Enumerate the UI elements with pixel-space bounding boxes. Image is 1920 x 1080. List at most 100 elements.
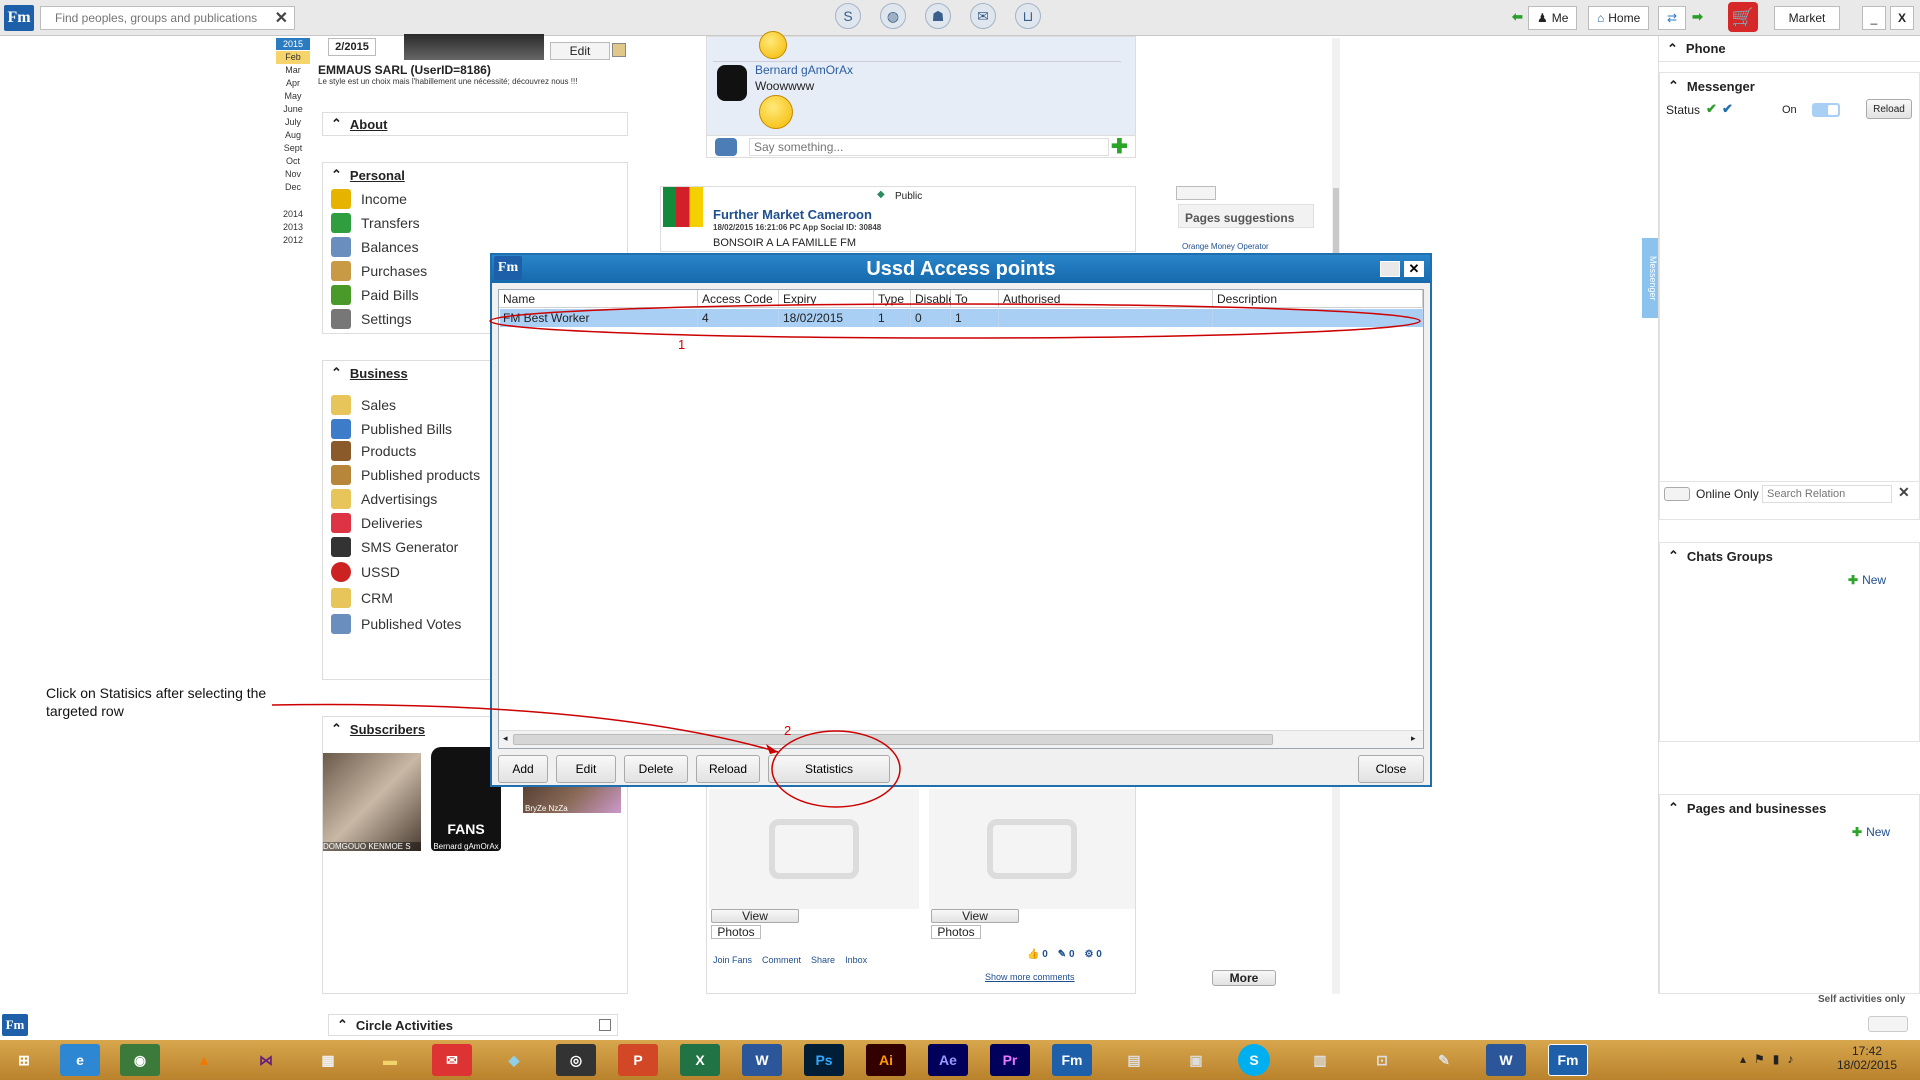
view-button[interactable]: View — [711, 909, 799, 923]
collapse-icon[interactable]: ⌃ — [331, 365, 342, 381]
photoshop-icon[interactable]: Ps — [804, 1044, 844, 1076]
messenger-header[interactable]: ⌃ Messenger — [1660, 73, 1919, 99]
ie-icon[interactable]: e — [60, 1044, 100, 1076]
status-check-icon[interactable]: ✔ — [1706, 101, 1717, 117]
tablet-icon[interactable]: ◆ — [494, 1044, 534, 1076]
column-header[interactable]: Disabled — [911, 290, 962, 308]
remote-desktop-icon[interactable]: ⊡ — [1362, 1044, 1402, 1076]
post-action-link[interactable]: Inbox — [845, 955, 867, 965]
after-effects-icon[interactable]: Ae — [928, 1044, 968, 1076]
comment-author[interactable]: Bernard gAmOrAx — [755, 63, 853, 77]
month-item[interactable]: Apr — [276, 77, 310, 90]
month-item[interactable]: May — [276, 90, 310, 103]
post-action-link[interactable]: Share — [811, 955, 835, 965]
illustrator-icon[interactable]: Ai — [866, 1044, 906, 1076]
more-button[interactable]: More — [1212, 970, 1276, 986]
search-relation-input[interactable] — [1762, 485, 1892, 503]
clear-search-icon[interactable]: ✕ — [275, 8, 288, 28]
month-item[interactable]: Feb — [276, 51, 310, 64]
online-only-toggle[interactable] — [1664, 487, 1690, 501]
word-icon[interactable]: W — [742, 1044, 782, 1076]
app-logo[interactable]: Fm — [4, 5, 34, 31]
vlc-icon[interactable]: ▲ — [184, 1044, 224, 1076]
start-button-icon[interactable]: ⊞ — [4, 1044, 44, 1076]
switch-button[interactable]: ⇄ — [1658, 6, 1687, 30]
collapse-icon[interactable]: ⌃ — [337, 1017, 348, 1033]
tray-arrow-icon[interactable]: ▴ — [1740, 1052, 1746, 1066]
dialog-close-btn[interactable]: Close — [1358, 755, 1424, 783]
app-icon[interactable]: ✉ — [432, 1044, 472, 1076]
visual-studio-icon[interactable]: ⋈ — [246, 1044, 286, 1076]
reload-button[interactable]: Reload — [696, 755, 760, 783]
scroll-thumb[interactable] — [513, 734, 1273, 745]
self-activities-toggle[interactable] — [1868, 1016, 1908, 1032]
collapse-icon[interactable]: ⌃ — [1667, 41, 1678, 57]
skype-app-icon[interactable]: S — [1238, 1044, 1270, 1076]
collapse-icon[interactable]: ⌃ — [1668, 800, 1679, 816]
column-header[interactable]: Name — [499, 290, 698, 308]
calculator-icon[interactable]: ▦ — [308, 1044, 348, 1076]
powerpoint-icon[interactable]: P — [618, 1044, 658, 1076]
premiere-icon[interactable]: Pr — [990, 1044, 1030, 1076]
messenger-side-tab[interactable]: Messenger — [1642, 238, 1658, 318]
year-current[interactable]: 2015 — [276, 38, 310, 50]
people-icon[interactable]: ☗ — [925, 3, 951, 29]
flag-icon[interactable]: ⚑ — [1754, 1052, 1765, 1066]
clock[interactable]: 17:42 18/02/2015 — [1832, 1044, 1902, 1072]
market-button[interactable]: Market — [1774, 6, 1840, 30]
home-button[interactable]: ⌂ Home — [1588, 6, 1650, 30]
pages-businesses-header[interactable]: ⌃ Pages and businesses — [1660, 795, 1919, 821]
collapse-icon[interactable]: ⌃ — [1668, 78, 1679, 94]
column-header[interactable]: Type — [874, 290, 911, 308]
column-header[interactable]: Authorised — [999, 290, 1213, 308]
globe-icon[interactable]: ◍ — [880, 3, 906, 29]
column-header[interactable]: Access Code — [698, 290, 779, 308]
collapse-icon[interactable]: ⌃ — [331, 167, 342, 183]
volume-icon[interactable]: ♪ — [1787, 1052, 1793, 1066]
reader-icon[interactable]: ▥ — [1300, 1044, 1340, 1076]
month-item[interactable]: Oct — [276, 155, 310, 168]
dialog-close-button[interactable]: ✕ — [1404, 261, 1424, 277]
firefox-icon[interactable]: ◉ — [120, 1044, 160, 1076]
fm-app-icon[interactable]: Fm — [1052, 1044, 1092, 1076]
chat-icon[interactable]: ✉ — [970, 3, 996, 29]
flag-avatar[interactable] — [663, 187, 703, 227]
suggestion-pager[interactable] — [1176, 186, 1216, 200]
horizontal-scrollbar[interactable]: ◂ ▸ — [499, 730, 1423, 748]
folder-icon[interactable]: ▬ — [370, 1044, 410, 1076]
year-item[interactable]: 2013 — [276, 221, 310, 234]
month-item[interactable]: July — [276, 116, 310, 129]
network-icon[interactable]: ▤ — [1114, 1044, 1154, 1076]
suggestion-item[interactable]: Orange Money Operator — [1182, 242, 1269, 251]
subscriber-photo[interactable]: DOMGOUO KENMOE S — [323, 753, 421, 851]
maximize-button[interactable] — [1380, 261, 1400, 277]
share-icon[interactable]: ⚙ 0 — [1085, 949, 1102, 960]
fm-active-icon[interactable]: Fm — [1548, 1044, 1588, 1076]
image-viewer-icon[interactable]: ▣ — [1176, 1044, 1216, 1076]
minimize-button[interactable]: _ — [1862, 6, 1886, 30]
post-author[interactable]: Further Market Cameroon — [713, 207, 872, 222]
status-toggle[interactable] — [1812, 103, 1840, 117]
search-box[interactable]: ✕ — [40, 6, 295, 30]
personal-header[interactable]: ⌃ Personal — [323, 163, 627, 187]
new-page-button[interactable]: ✚ New — [1852, 825, 1890, 839]
about-section[interactable]: ⌃ About — [322, 112, 628, 136]
forward-arrow-icon[interactable]: ➡ — [1692, 9, 1703, 25]
table-row[interactable]: FM Best Worker 4 18/02/2015 1 0 1 — [500, 309, 1423, 327]
month-item[interactable]: Dec — [276, 181, 310, 194]
personal-item[interactable]: Transfers — [323, 211, 627, 235]
edit-button[interactable]: Edit — [556, 755, 616, 783]
excel-icon[interactable]: X — [680, 1044, 720, 1076]
commenter-avatar[interactable] — [717, 65, 747, 101]
messenger-reload-button[interactable]: Reload — [1866, 99, 1912, 119]
delete-button[interactable]: Delete — [624, 755, 688, 783]
month-item[interactable]: Sept — [276, 142, 310, 155]
add-icon[interactable]: ✚ — [1111, 134, 1128, 159]
circle-activities-bar[interactable]: ⌃ Circle Activities — [328, 1014, 618, 1036]
year-item[interactable]: 2014 — [276, 208, 310, 221]
edit-profile-button[interactable]: Edit — [550, 42, 610, 60]
basket-icon[interactable]: ⊔ — [1015, 3, 1041, 29]
me-button[interactable]: ♟ Me — [1528, 6, 1578, 30]
statistics-button[interactable]: Statistics — [768, 755, 890, 783]
column-header[interactable]: To Public — [951, 290, 999, 324]
